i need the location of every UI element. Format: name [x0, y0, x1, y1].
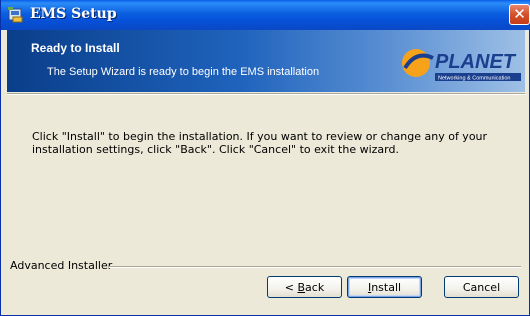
banner-title: Ready to Install	[31, 41, 120, 55]
footer-separator	[109, 266, 521, 268]
advanced-installer-label: Advanced Installer	[10, 259, 117, 272]
installer-icon	[8, 7, 23, 23]
planet-logo: PLANET Networking & Communication	[402, 49, 521, 82]
header-separator	[7, 93, 525, 95]
setup-window: EMS Setup ✕ Ready to Install The Setup W…	[0, 0, 530, 316]
cancel-button[interactable]: Cancel	[444, 276, 519, 298]
header-banner: Ready to Install The Setup Wizard is rea…	[7, 30, 525, 92]
back-button[interactable]: < Back	[267, 276, 342, 298]
cancel-label: Cancel	[462, 280, 501, 294]
back-rest: ack	[305, 280, 325, 294]
install-message: Click "Install" to begin the installatio…	[32, 130, 488, 156]
back-prefix: <	[284, 280, 298, 294]
install-rest: nstall	[371, 280, 402, 294]
close-icon: ✕	[513, 5, 526, 23]
title-bar[interactable]: EMS Setup ✕	[1, 0, 530, 30]
back-mnemonic: B	[297, 280, 306, 294]
window-title: EMS Setup	[30, 6, 117, 22]
logo-tagline: Networking & Communication	[438, 76, 510, 82]
logo-text: PLANET	[435, 51, 517, 73]
close-button[interactable]: ✕	[509, 4, 530, 25]
banner-subtitle: The Setup Wizard is ready to begin the E…	[47, 66, 320, 78]
install-button[interactable]: Install	[347, 276, 422, 298]
